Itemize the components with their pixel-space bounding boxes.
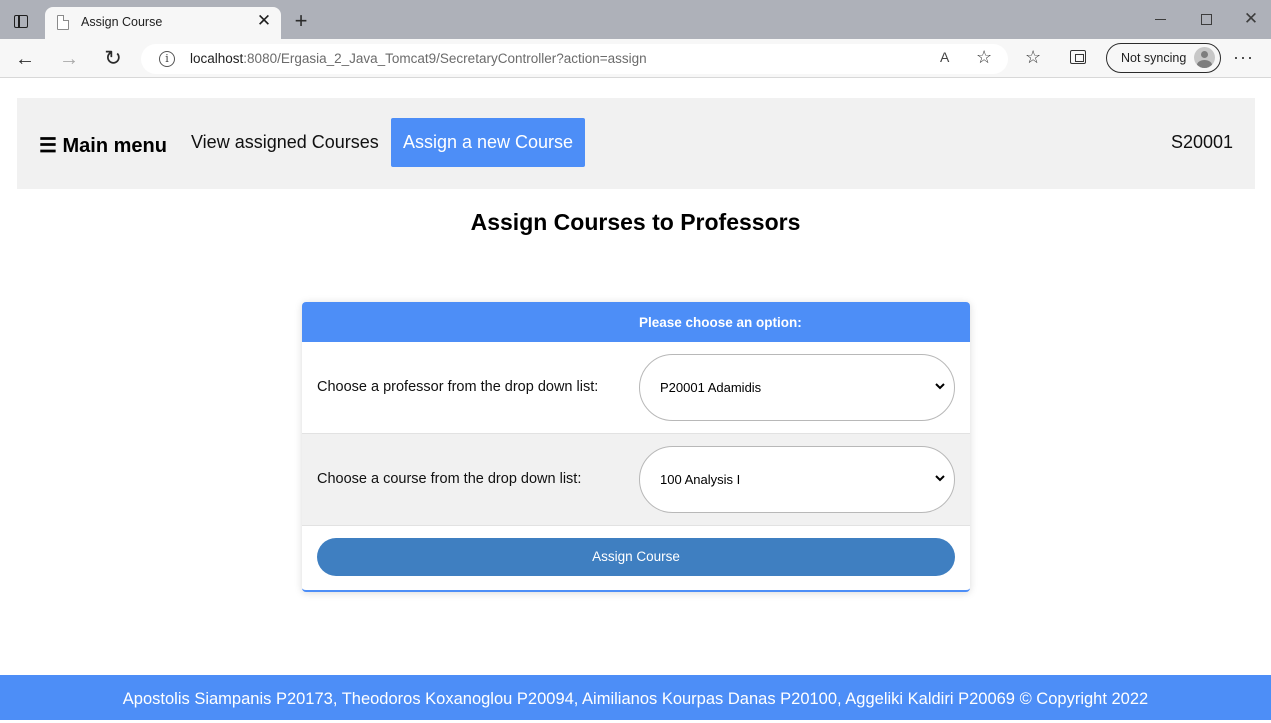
reload-button[interactable]: ↻ — [100, 46, 126, 72]
browser-titlebar: Assign Course ✕ + ✕ — [0, 0, 1271, 39]
page-icon — [57, 15, 69, 30]
sync-status-label: Not syncing — [1121, 51, 1187, 65]
url-host: localhost — [190, 51, 244, 66]
browser-toolbar: ← → ↻ i localhost:8080/Ergasia_2_Java_To… — [0, 39, 1271, 78]
assign-course-button[interactable]: Assign Course — [317, 538, 955, 576]
form-header-text: Please choose an option: — [639, 315, 802, 330]
read-aloud-icon[interactable]: A — [940, 49, 949, 65]
favorites-icon[interactable]: ☆ — [1025, 47, 1041, 68]
new-tab-button[interactable]: + — [290, 10, 312, 32]
course-row: Choose a course from the drop down list:… — [302, 434, 970, 526]
add-favorite-icon[interactable]: ☆ — [976, 47, 992, 68]
more-options-icon[interactable]: ··· — [1233, 47, 1254, 68]
url-path: :8080/Ergasia_2_Java_Tomcat9/SecretaryCo… — [243, 51, 647, 66]
url-text[interactable]: localhost:8080/Ergasia_2_Java_Tomcat9/Se… — [190, 51, 647, 66]
site-navbar: ☰ Main menu View assigned Courses Assign… — [17, 98, 1255, 189]
page-title: Assign Courses to Professors — [470, 209, 801, 235]
address-bar[interactable]: i localhost:8080/Ergasia_2_Java_Tomcat9/… — [141, 44, 1008, 74]
footer-credits: Apostolis Siampanis P20173, Theodoros Ko… — [0, 675, 1271, 720]
nav-assign-new-course[interactable]: Assign a new Course — [391, 118, 585, 167]
tab-title: Assign Course — [81, 15, 163, 29]
site-info-icon[interactable]: i — [159, 51, 175, 67]
assign-form: Please choose an option: Choose a profes… — [302, 302, 970, 592]
back-button[interactable]: ← — [12, 46, 38, 72]
avatar — [1194, 47, 1215, 68]
professor-label: Choose a professor from the drop down li… — [317, 379, 599, 395]
form-header: Please choose an option: — [302, 302, 970, 342]
professor-row: Choose a professor from the drop down li… — [302, 342, 970, 434]
course-select[interactable]: 100 Analysis I — [639, 446, 955, 513]
minimize-button[interactable] — [1146, 8, 1176, 30]
tab-close-icon[interactable]: ✕ — [255, 12, 273, 30]
close-window-button[interactable]: ✕ — [1236, 8, 1266, 30]
forward-button[interactable]: → — [56, 46, 82, 72]
course-label: Choose a course from the drop down list: — [317, 471, 582, 487]
browser-tab[interactable]: Assign Course ✕ — [45, 7, 281, 39]
profile-sync-button[interactable]: Not syncing — [1106, 43, 1221, 73]
course-selected-value: 100 Analysis I — [660, 472, 741, 487]
collections-icon[interactable] — [1070, 50, 1086, 64]
professor-select[interactable]: P20001 Adamidis — [639, 354, 955, 421]
chevron-down-icon — [935, 383, 945, 390]
user-id: S20001 — [1170, 132, 1233, 152]
nav-view-assigned-courses[interactable]: View assigned Courses — [191, 132, 379, 153]
maximize-button[interactable] — [1191, 8, 1221, 30]
professor-selected-value: P20001 Adamidis — [660, 380, 762, 395]
tab-actions-icon[interactable] — [14, 15, 28, 28]
chevron-down-icon — [935, 475, 945, 482]
main-menu-title: ☰ Main menu — [39, 135, 167, 157]
